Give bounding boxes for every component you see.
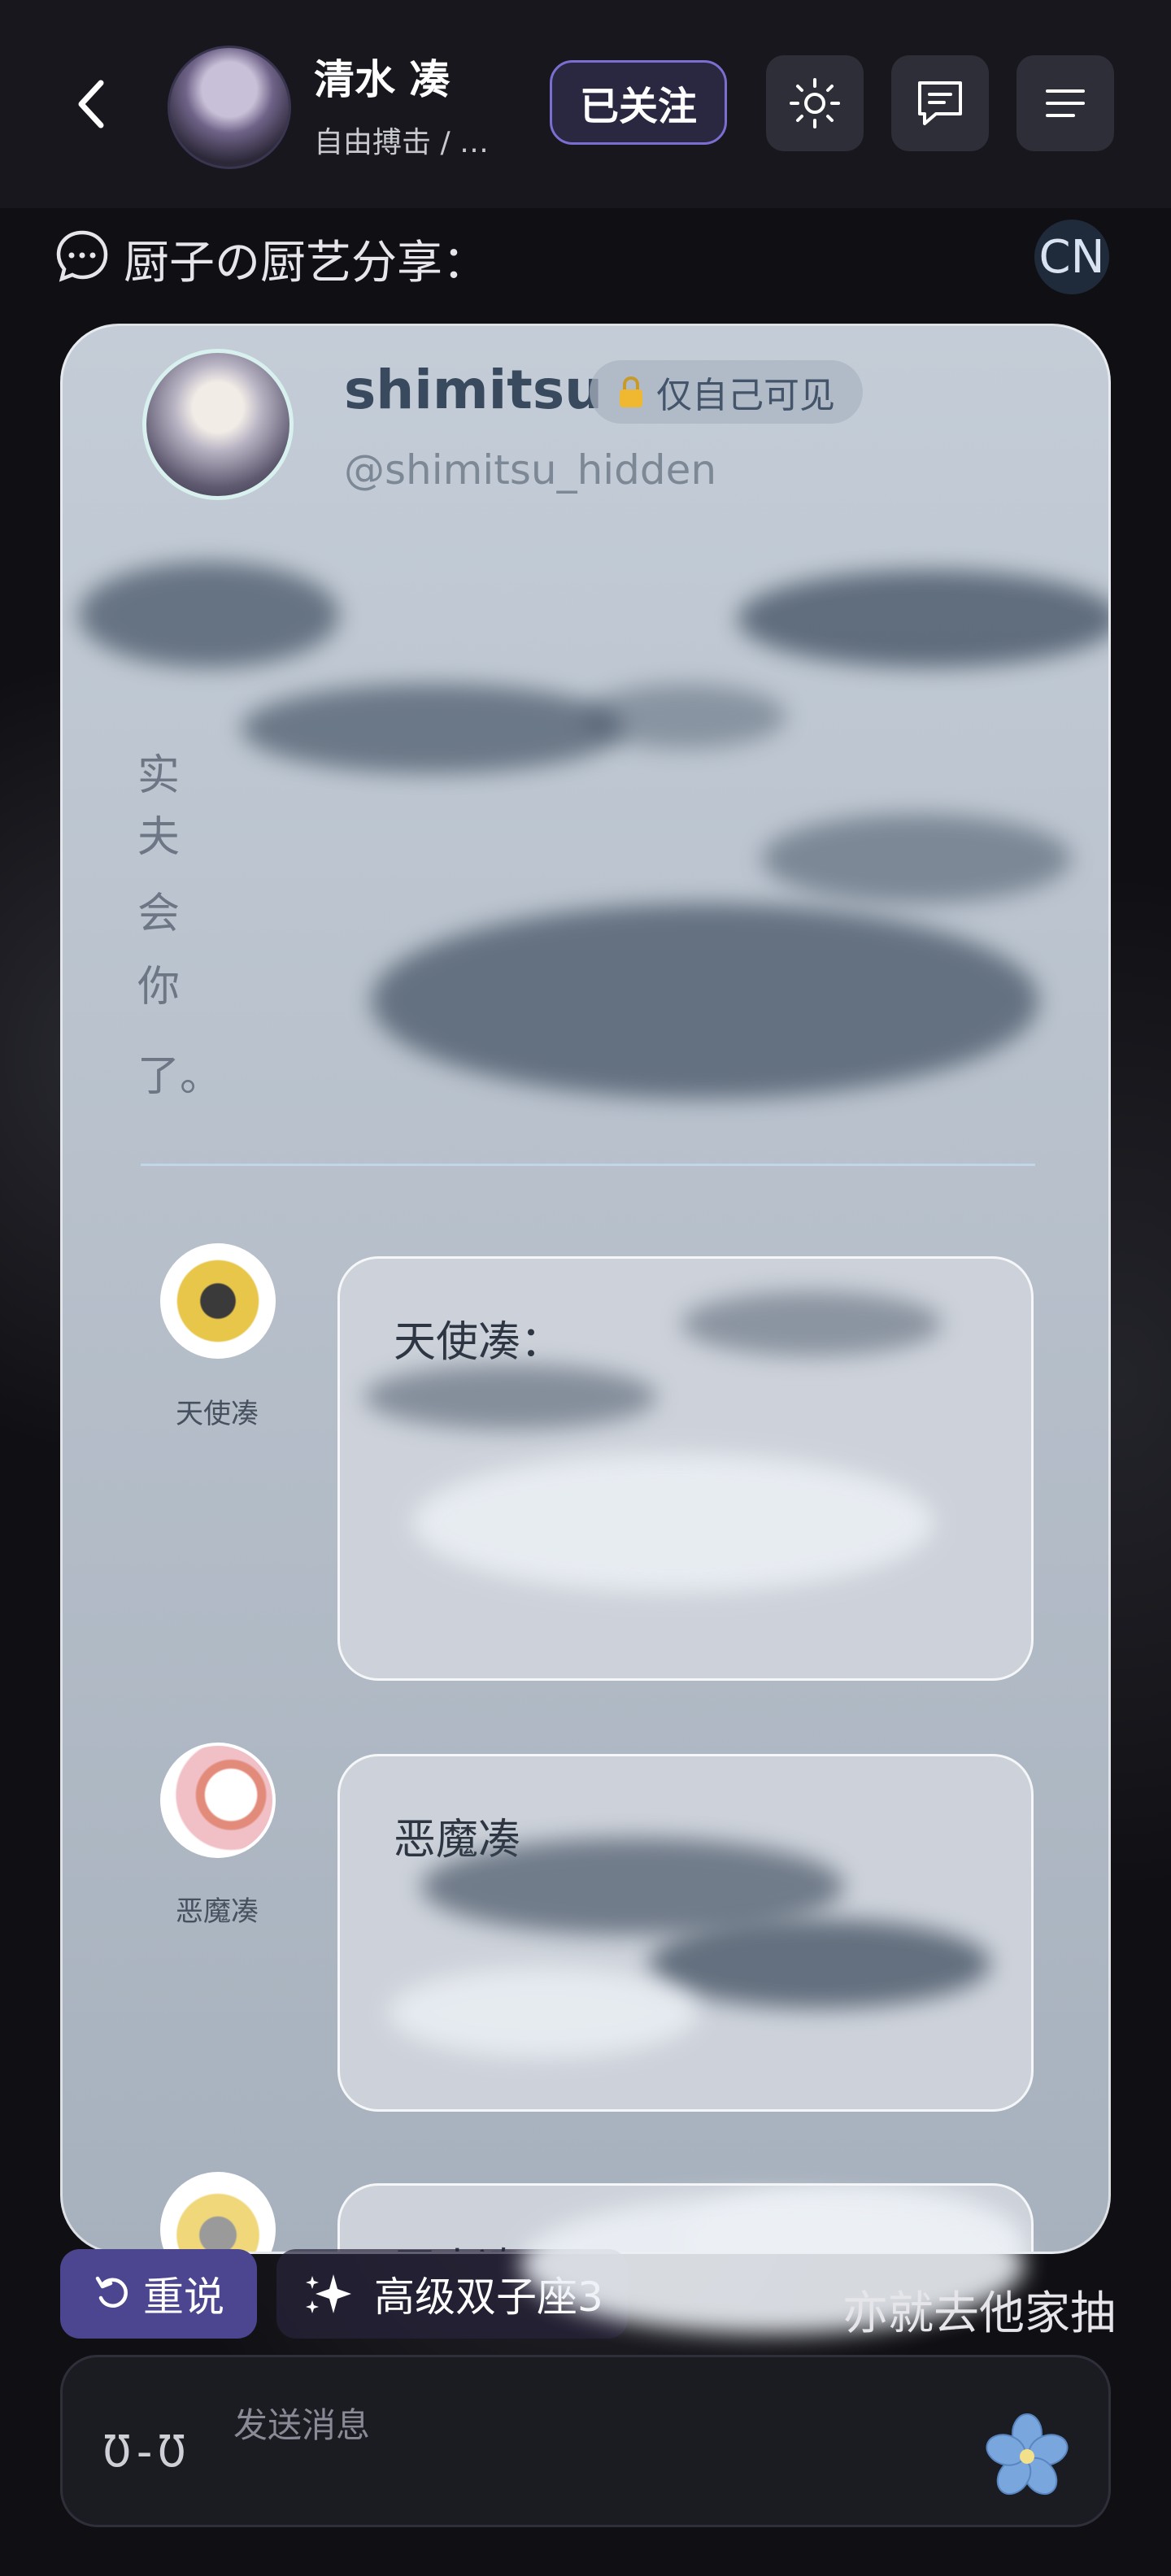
author-avatar	[142, 349, 294, 500]
message-input-bar[interactable]: Ʊ-Ʊ 发送消息	[60, 2355, 1111, 2527]
message-input[interactable]: 发送消息	[233, 2398, 370, 2448]
private-post-card: shimitsu 仅自己可见 @shimitsu_hidden 实 夫 会 你 …	[60, 324, 1111, 2254]
reply-avatar-third	[160, 2172, 276, 2252]
reply-text: 天使凑：	[394, 1318, 564, 1367]
redaction-smudge	[389, 1968, 698, 2057]
privacy-badge: 仅自己可见	[590, 360, 863, 424]
menu-icon	[1046, 89, 1085, 117]
face-icon[interactable]: Ʊ-Ʊ	[103, 2426, 185, 2478]
lock-icon	[620, 376, 642, 407]
reply-avatar-angel	[160, 1243, 276, 1359]
redaction-smudge	[79, 562, 339, 668]
privacy-label: 仅自己可见	[656, 375, 835, 416]
sun-icon	[790, 78, 840, 128]
redaction-smudge	[372, 903, 1038, 1099]
menu-button[interactable]	[1016, 55, 1114, 151]
body-fragment: 了。	[137, 1052, 223, 1101]
message-icon	[918, 81, 962, 125]
body-fragment: 夫	[137, 813, 181, 862]
chat-button[interactable]	[891, 55, 989, 151]
redaction-smudge	[583, 684, 786, 749]
topic-title: 厨子の厨艺分享：	[124, 237, 488, 289]
reply-bubble: 恶魔凑	[337, 1754, 1034, 2112]
redaction-smudge	[413, 1454, 934, 1592]
back-button[interactable]	[65, 72, 117, 137]
topic-bar: 厨子の厨艺分享：	[0, 208, 1171, 306]
reply-author: 天使凑	[176, 1398, 259, 1430]
follow-button[interactable]: 已关注	[550, 60, 727, 145]
redaction-smudge	[364, 1364, 657, 1429]
divider	[141, 1164, 1035, 1166]
brightness-button[interactable]	[766, 55, 864, 151]
chevron-left-icon	[78, 80, 104, 128]
reply-author: 恶魔凑	[176, 1895, 259, 1928]
redaction-smudge	[242, 684, 624, 773]
redaction-smudge	[681, 1291, 942, 1356]
character-avatar[interactable]	[168, 46, 291, 169]
character-subtitle: 自由搏击 / …	[314, 126, 490, 159]
body-fragment: 会	[137, 890, 181, 938]
author-handle: @shimitsu_hidden	[344, 446, 717, 494]
language-badge[interactable]: CN	[1034, 220, 1109, 294]
redaction-smudge	[762, 814, 1071, 903]
redo-button[interactable]: 重说	[60, 2249, 257, 2339]
speech-bubble-icon	[56, 230, 108, 282]
redaction-smudge	[649, 1919, 990, 2008]
background-message-tail: 亦就去他家抽	[842, 2287, 1116, 2340]
top-bar: 清水 凑 自由搏击 / … 已关注	[0, 0, 1171, 208]
character-name: 清水 凑	[314, 56, 451, 103]
redaction-smudge	[738, 570, 1108, 668]
author-name: shimitsu	[344, 359, 603, 421]
undo-icon	[95, 2276, 128, 2308]
reply-avatar-devil	[160, 1743, 276, 1858]
redo-label: 重说	[143, 2274, 224, 2321]
body-fragment: 实	[137, 751, 181, 800]
flower-icon[interactable]	[985, 2413, 1069, 2497]
reply-bubble: 天使凑：	[337, 1256, 1034, 1681]
body-fragment: 你	[137, 963, 181, 1012]
sparkle-icon	[306, 2274, 351, 2313]
